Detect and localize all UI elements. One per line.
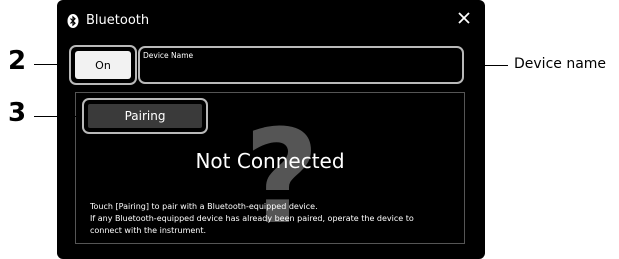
device-name-label: Device Name — [143, 51, 194, 60]
instruction-line: connect with the instrument. — [90, 226, 207, 235]
step-number-2: 2 — [8, 46, 27, 76]
device-name-callout: Device name — [514, 56, 607, 72]
device-name-leader-line — [466, 65, 508, 66]
connection-status-text: Not Connected — [195, 149, 345, 173]
step-number-3: 3 — [8, 98, 27, 128]
bluetooth-icon — [67, 14, 79, 28]
step-3-leader-line — [34, 116, 82, 117]
bluetooth-on-button[interactable]: On — [75, 51, 131, 79]
step-2-leader-line — [34, 64, 69, 65]
dialog-titlebar: Bluetooth — [57, 0, 485, 40]
dialog-title: Bluetooth — [86, 13, 150, 28]
pairing-instructions: Touch [Pairing] to pair with a Bluetooth… — [90, 201, 462, 237]
instruction-line: Touch [Pairing] to pair with a Bluetooth… — [90, 202, 318, 211]
close-icon[interactable] — [456, 10, 472, 26]
device-name-field: Device Name — [138, 46, 464, 84]
instruction-line: If any Bluetooth-equipped device has alr… — [90, 214, 414, 223]
pairing-button[interactable]: Pairing — [88, 104, 202, 128]
